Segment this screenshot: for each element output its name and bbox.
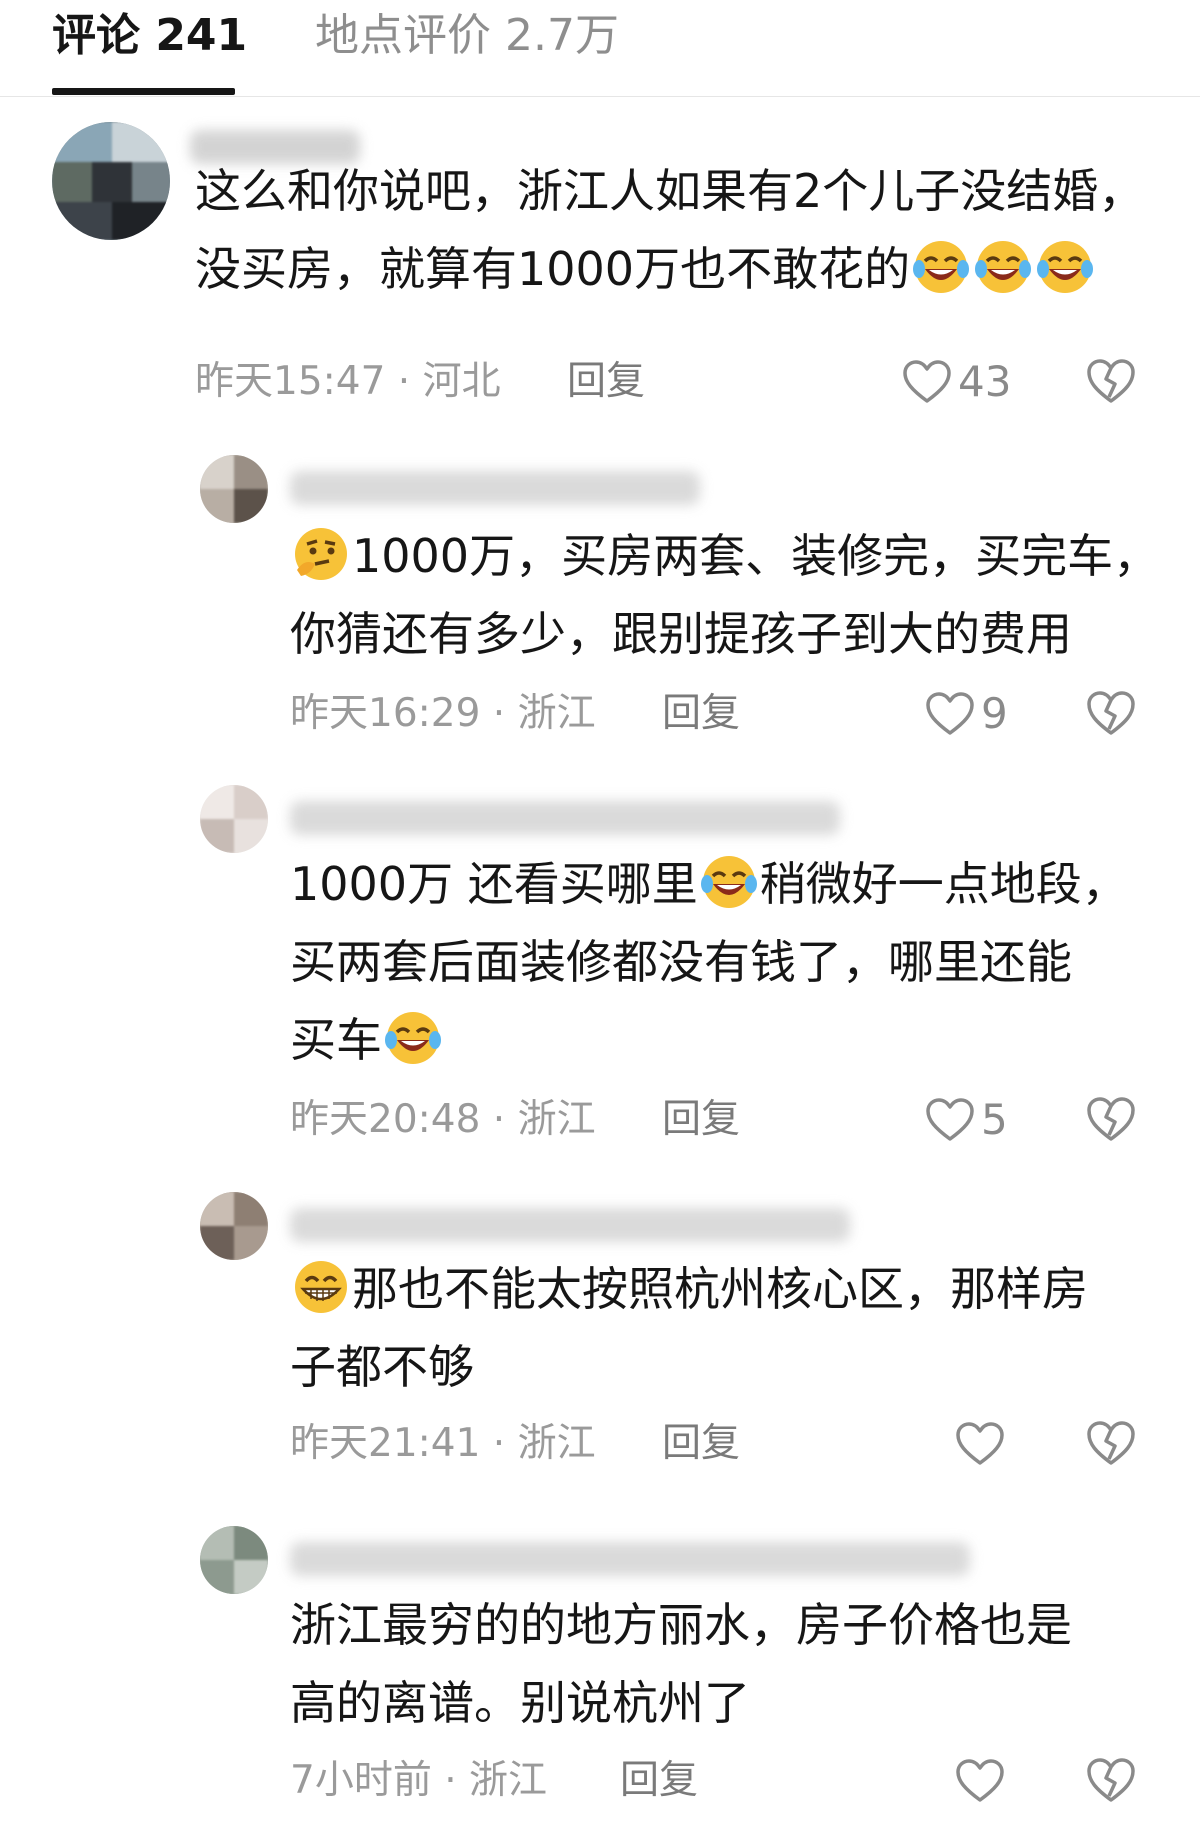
avatar[interactable] <box>200 785 268 853</box>
laughing-crying-emoji-icon <box>911 239 971 318</box>
comment-line-text: 那也不能太按照杭州核心区，那样房 <box>352 1262 1088 1316</box>
comment-line: 1000万 还看买哪里 稍微好一点地段， <box>290 845 1128 923</box>
comment-meta: 昨天15:47 · 河北 回复 <box>195 357 675 407</box>
comment-text: 1000万 还看买哪里 稍微好一点地段， 买两套后面装修都没有钱了，哪里还能 买车 <box>290 845 1128 1079</box>
comment-text: 这么和你说吧，浙江人如果有2个儿子没结婚， 没买房，就算有1000万也不敢花的 <box>195 152 1144 308</box>
like-button[interactable]: 43 <box>902 357 1011 407</box>
like-button[interactable] <box>955 1419 1011 1469</box>
blurred-username <box>290 1208 850 1242</box>
broken-heart-outline-icon <box>1087 1758 1135 1802</box>
like-button[interactable]: 5 <box>925 1095 1008 1145</box>
comment-meta: 昨天21:41 · 浙江 回复 <box>290 1419 750 1469</box>
avatar[interactable] <box>52 122 170 240</box>
comment-line-text: 1000万，买房两套、装修完，买完车， <box>352 529 1160 583</box>
blurred-username <box>290 1542 970 1576</box>
reply-button[interactable]: 回复 <box>662 1419 740 1469</box>
reply-button[interactable]: 回复 <box>567 357 645 407</box>
comment-time: 昨天21:41 <box>290 1421 481 1466</box>
heart-outline-icon <box>956 1422 1004 1465</box>
heart-outline-icon <box>903 360 951 403</box>
broken-heart-outline-icon <box>1087 1421 1135 1465</box>
avatar[interactable] <box>200 1526 268 1594</box>
laughing-crying-emoji-icon <box>973 239 1033 318</box>
comment-line: 高的离谱。别说杭州了 <box>290 1676 750 1730</box>
comment-line: 你猜还有多少，跟别提孩子到大的费用 <box>290 607 1072 661</box>
comment-line: 买两套后面装修都没有钱了，哪里还能 <box>290 935 1072 989</box>
tab-location-reviews[interactable]: 地点评价 2.7万 <box>315 6 619 66</box>
comment-line: 这么和你说吧，浙江人如果有2个儿子没结婚， <box>195 164 1145 218</box>
tab-comments[interactable]: 评论 241 <box>52 6 247 66</box>
blurred-username <box>290 801 840 835</box>
comment-text: 1000万，买房两套、装修完，买完车， 你猜还有多少，跟别提孩子到大的费用 <box>290 517 1159 673</box>
comment-line-text: 1000万 还看买哪里 <box>290 857 698 911</box>
comment-location: 浙江 <box>517 691 596 736</box>
reply-button[interactable]: 回复 <box>662 1095 740 1145</box>
reply-button[interactable]: 回复 <box>662 689 740 739</box>
avatar[interactable] <box>200 455 268 523</box>
comment-line: 子都不够 <box>290 1340 474 1394</box>
comment-text: 那也不能太按照杭州核心区，那样房 子都不够 <box>290 1250 1088 1406</box>
comment-time: 7小时前 <box>290 1758 432 1803</box>
dislike-button[interactable] <box>1085 357 1137 407</box>
dislike-button[interactable] <box>1085 689 1137 739</box>
dislike-button[interactable] <box>1085 1095 1137 1145</box>
thinking-emoji-icon <box>291 526 351 605</box>
comment-line: 1000万，买房两套、装修完，买完车， <box>290 517 1159 595</box>
heart-outline-icon <box>956 1759 1004 1802</box>
laughing-crying-emoji-icon <box>1035 239 1095 318</box>
comment-line-text: 没买房，就算有1000万也不敢花的 <box>195 242 911 296</box>
blurred-username <box>290 471 700 505</box>
comment-meta: 昨天20:48 · 浙江 回复 <box>290 1095 750 1145</box>
comment-time: 昨天20:48 <box>290 1097 481 1142</box>
comment-time: 昨天16:29 <box>290 691 481 736</box>
laughing-crying-emoji-icon <box>383 1010 443 1089</box>
comment-meta: 7小时前 · 浙江 回复 <box>290 1756 750 1806</box>
dislike-button[interactable] <box>1085 1756 1137 1806</box>
comment-line: 那也不能太按照杭州核心区，那样房 <box>290 1250 1088 1328</box>
comment-location: 浙江 <box>517 1097 596 1142</box>
comments-page: 评论 241 地点评价 2.7万 这么和你说吧，浙江人如果有2个儿子没结婚， 没… <box>0 0 1200 1830</box>
comment-location: 河北 <box>422 359 501 404</box>
comment-location: 浙江 <box>517 1421 596 1466</box>
comment-time: 昨天15:47 <box>195 359 386 404</box>
like-button[interactable] <box>955 1756 1011 1806</box>
tab-bar: 评论 241 地点评价 2.7万 <box>0 0 1200 97</box>
comment-line: 浙江最穷的的地方丽水，房子价格也是 <box>290 1598 1072 1652</box>
comment-location: 浙江 <box>469 1758 548 1803</box>
broken-heart-outline-icon <box>1087 359 1135 403</box>
active-tab-indicator <box>52 88 235 95</box>
comment-line-text: 稍微好一点地段， <box>759 857 1128 911</box>
broken-heart-outline-icon <box>1087 691 1135 735</box>
like-count: 5 <box>981 1095 1008 1144</box>
comment-line: 买车 <box>290 1001 1128 1079</box>
reply-button[interactable]: 回复 <box>620 1756 698 1806</box>
heart-outline-icon <box>926 1098 974 1141</box>
avatar[interactable] <box>200 1192 268 1260</box>
like-count: 9 <box>981 689 1008 738</box>
like-button[interactable]: 9 <box>925 689 1008 739</box>
heart-outline-icon <box>926 692 974 735</box>
laughing-crying-emoji-icon <box>699 854 759 933</box>
comment-meta: 昨天16:29 · 浙江 回复 <box>290 689 750 739</box>
comment-text: 浙江最穷的的地方丽水，房子价格也是 高的离谱。别说杭州了 <box>290 1586 1072 1742</box>
broken-heart-outline-icon <box>1087 1097 1135 1141</box>
dislike-button[interactable] <box>1085 1419 1137 1469</box>
grinning-emoji-icon <box>291 1259 351 1338</box>
like-count: 43 <box>958 357 1012 406</box>
comment-line-text: 买车 <box>290 1013 382 1067</box>
comment-line: 没买房，就算有1000万也不敢花的 <box>195 230 1144 308</box>
